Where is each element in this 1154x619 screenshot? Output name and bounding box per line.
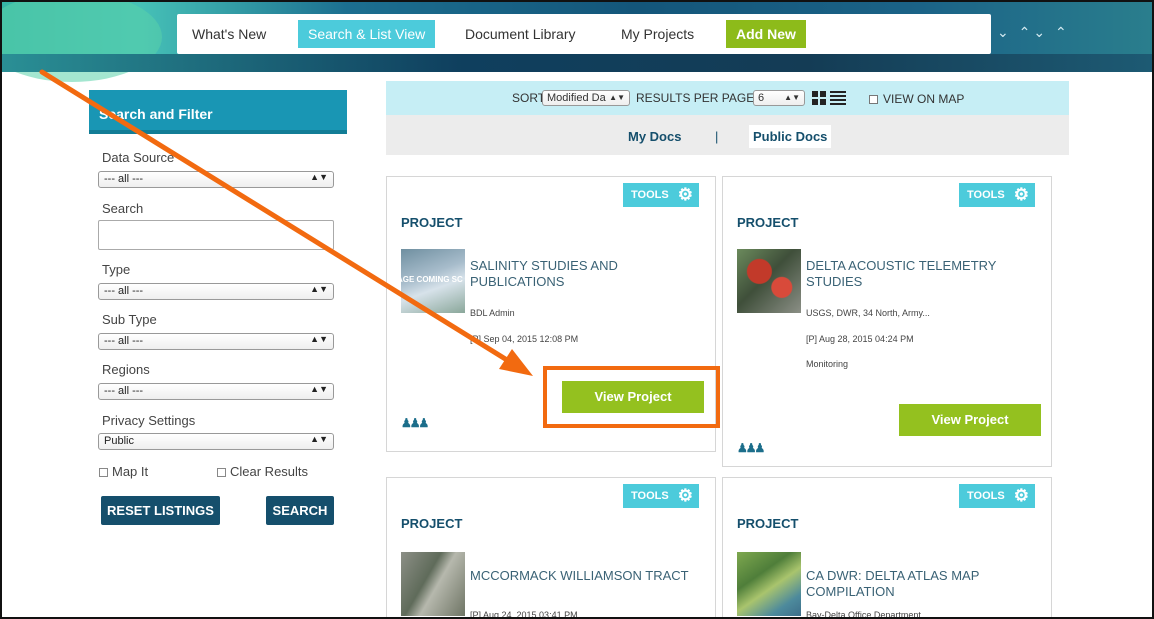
nav-my-projects[interactable]: My Projects [611, 20, 704, 48]
project-thumbnail[interactable]: AGE COMING SC [401, 249, 465, 313]
card-title[interactable]: DELTA ACOUSTIC TELEMETRY STUDIES [806, 258, 1036, 290]
project-card: TOOLS ⚙ PROJECT MCCORMACK WILLIAMSON TRA… [386, 477, 716, 619]
card-category: Monitoring [806, 359, 849, 369]
map-it-checkbox[interactable]: Map It [99, 464, 148, 479]
sort-by-select[interactable]: Modified Da ▲▼ [542, 90, 630, 106]
type-label: Type [102, 262, 131, 277]
search-button[interactable]: SEARCH [266, 496, 334, 525]
nav-add-new[interactable]: Add New [726, 20, 806, 48]
annotation-highlight-box [543, 366, 720, 428]
card-type: PROJECT [401, 215, 463, 230]
regions-value: --- all --- [104, 385, 144, 397]
tools-label: TOOLS [631, 490, 669, 502]
banner-strip [2, 54, 1152, 72]
card-date: [P] Aug 28, 2015 04:24 PM [806, 334, 914, 344]
card-type: PROJECT [737, 516, 799, 531]
nav-document-library[interactable]: Document Library [455, 20, 586, 48]
search-filter-header: Search and Filter [89, 90, 347, 134]
card-title[interactable]: MCCORMACK WILLIAMSON TRACT [470, 568, 700, 584]
view-on-map-checkbox[interactable]: VIEW ON MAP [869, 92, 964, 106]
select-arrows-icon: ▲▼ [310, 284, 328, 294]
public-docs-tab[interactable]: Public Docs [749, 125, 832, 148]
screenshot-frame: ⌄ ⌃⌄ ⌃ What's New Search & List View Doc… [0, 0, 1154, 619]
subtype-label: Sub Type [102, 312, 157, 327]
tools-button[interactable]: TOOLS ⚙ [623, 183, 699, 207]
select-arrows-icon: ▲▼ [310, 434, 328, 444]
view-on-map-label: VIEW ON MAP [883, 92, 965, 106]
project-thumbnail[interactable] [401, 552, 465, 616]
card-author: Bay-Delta Office Department... [806, 610, 929, 619]
list-view-icon[interactable] [830, 91, 846, 105]
gear-icon: ⚙ [677, 486, 693, 505]
thumbnail-placeholder-text: AGE COMING SC [401, 275, 463, 284]
privacy-value: Public [104, 435, 134, 447]
card-type: PROJECT [401, 516, 463, 531]
results-per-page-select[interactable]: 6 ▲▼ [753, 90, 805, 106]
tools-button[interactable]: TOOLS ⚙ [959, 183, 1035, 207]
sort-bar: SORT BY Modified Da ▲▼ RESULTS PER PAGE … [386, 81, 1069, 115]
clear-results-checkbox[interactable]: Clear Results [217, 464, 308, 479]
regions-label: Regions [102, 362, 150, 377]
results-per-page-value: 6 [758, 92, 765, 104]
tab-separator: | [715, 129, 719, 144]
card-author: USGS, DWR, 34 North, Army... [806, 308, 930, 318]
type-select[interactable]: --- all --- ▲▼ [98, 283, 334, 300]
privacy-select[interactable]: Public ▲▼ [98, 433, 334, 450]
subtype-select[interactable]: --- all --- ▲▼ [98, 333, 334, 350]
subtype-value: --- all --- [104, 335, 144, 347]
tools-button[interactable]: TOOLS ⚙ [623, 484, 699, 508]
card-title[interactable]: SALINITY STUDIES AND PUBLICATIONS [470, 258, 700, 290]
type-value: --- all --- [104, 285, 144, 297]
checkbox-icon [217, 468, 226, 478]
privacy-label: Privacy Settings [102, 413, 196, 428]
gear-icon: ⚙ [677, 185, 693, 204]
card-author: BDL Admin [470, 308, 515, 318]
select-arrows-icon: ▲▼ [784, 93, 800, 102]
project-card: TOOLS ⚙ PROJECT CA DWR: DELTA ATLAS MAP … [722, 477, 1052, 619]
search-filter-title: Search and Filter [99, 106, 213, 122]
my-docs-tab[interactable]: My Docs [628, 129, 681, 144]
gear-icon: ⚙ [1013, 486, 1029, 505]
data-source-value: --- all --- [104, 173, 144, 185]
select-arrows-icon: ▲▼ [310, 384, 328, 394]
regions-select[interactable]: --- all --- ▲▼ [98, 383, 334, 400]
select-arrows-icon: ▲▼ [310, 334, 328, 344]
project-card: TOOLS ⚙ PROJECT DELTA ACOUSTIC TELEMETRY… [722, 176, 1052, 467]
checkbox-icon [869, 95, 878, 104]
data-source-select[interactable]: --- all --- ▲▼ [98, 171, 334, 188]
gear-icon: ⚙ [1013, 185, 1029, 204]
docs-tab-bar: My Docs | Public Docs [386, 115, 1069, 155]
people-icon: ♟♟♟ [737, 441, 765, 455]
nav-whats-new[interactable]: What's New [182, 20, 276, 48]
card-type: PROJECT [737, 215, 799, 230]
header-shadow [89, 130, 347, 134]
tools-label: TOOLS [631, 189, 669, 201]
sort-by-value: Modified Da [547, 92, 606, 104]
nav-search-list-view[interactable]: Search & List View [298, 20, 436, 48]
project-thumbnail[interactable] [737, 249, 801, 313]
reset-listings-button[interactable]: RESET LISTINGS [101, 496, 220, 525]
tools-label: TOOLS [967, 189, 1005, 201]
select-arrows-icon: ▲▼ [609, 93, 625, 102]
tools-label: TOOLS [967, 490, 1005, 502]
card-title[interactable]: CA DWR: DELTA ATLAS MAP COMPILATION [806, 568, 1036, 600]
search-label: Search [102, 201, 144, 216]
data-source-label: Data Source [102, 150, 175, 165]
view-project-button[interactable]: View Project [899, 404, 1041, 436]
select-arrows-icon: ▲▼ [310, 172, 328, 182]
clear-results-label: Clear Results [230, 464, 309, 479]
map-it-label: Map It [112, 464, 149, 479]
top-navigation: What's New Search & List View Document L… [177, 14, 991, 54]
card-date: [P] Sep 04, 2015 12:08 PM [470, 334, 579, 344]
card-date: [P] Aug 24, 2015 03:41 PM [470, 610, 578, 619]
search-input[interactable] [98, 220, 334, 250]
results-per-page-label: RESULTS PER PAGE [636, 91, 755, 105]
people-icon: ♟♟♟ [401, 416, 429, 430]
project-thumbnail[interactable] [737, 552, 801, 616]
grid-view-icon[interactable] [812, 91, 826, 105]
checkbox-icon [99, 468, 108, 478]
tools-button[interactable]: TOOLS ⚙ [959, 484, 1035, 508]
birds-graphic: ⌄ ⌃⌄ ⌃ [997, 24, 1070, 40]
